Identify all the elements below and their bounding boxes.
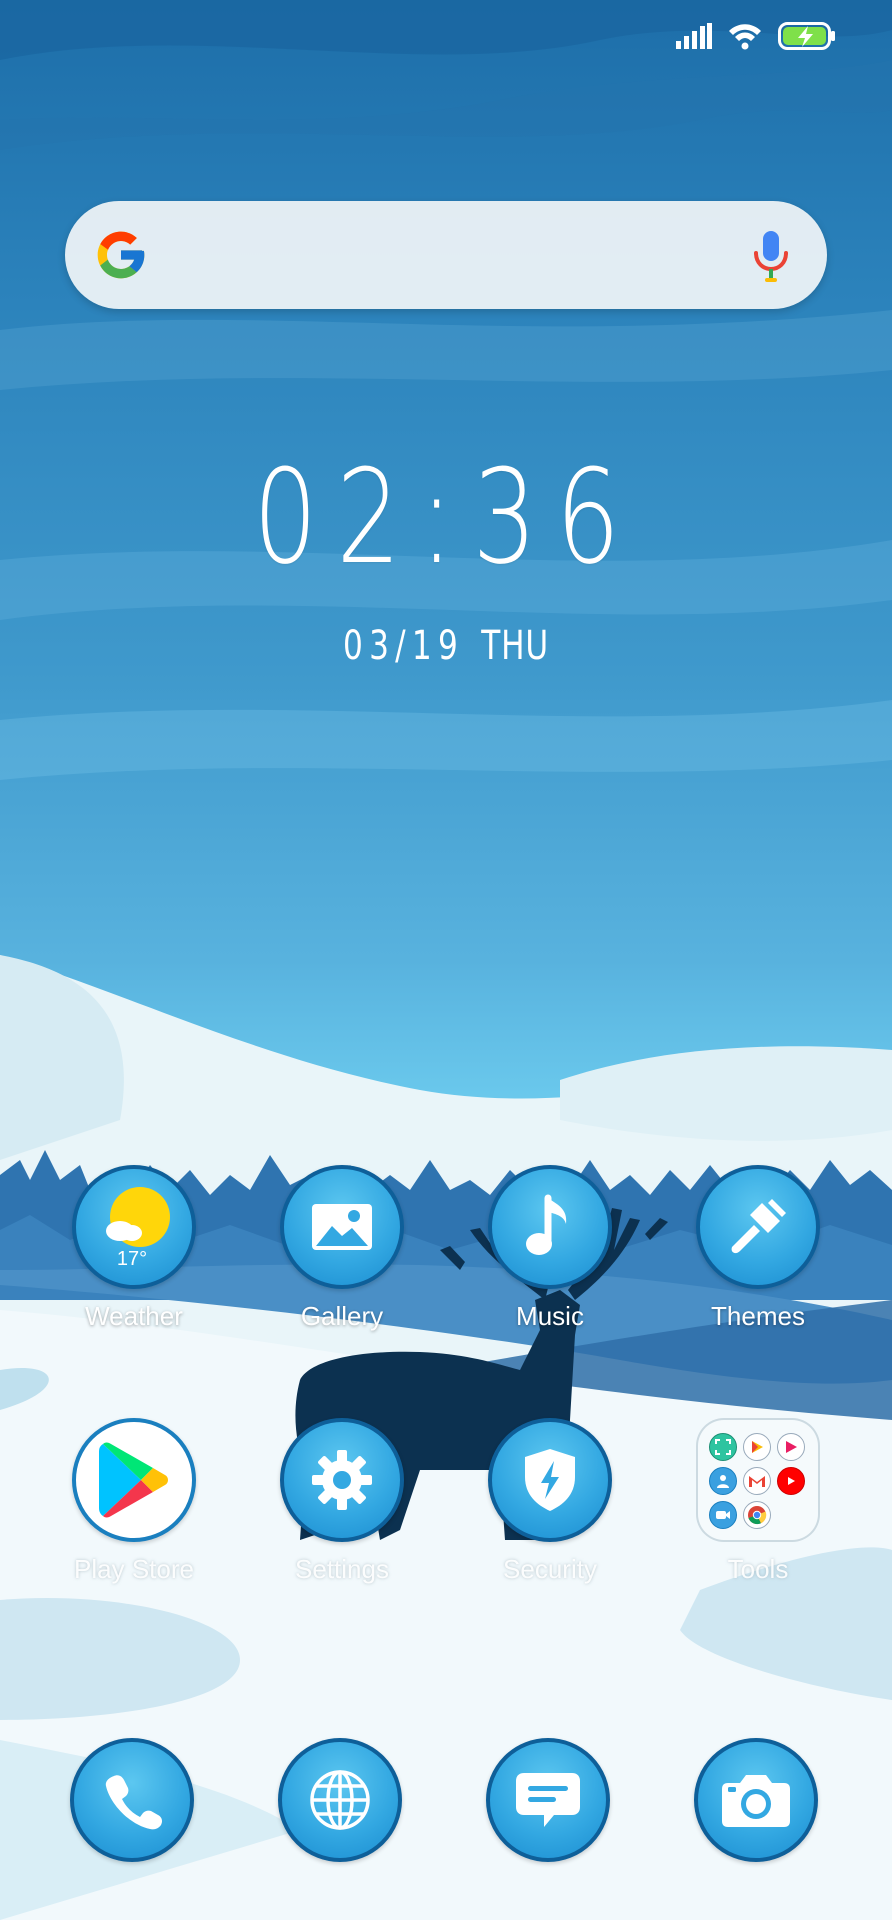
home-screen: 02:36 03/19 THU 17° Weather Gallery Musi…: [0, 0, 892, 1920]
app-music[interactable]: Music: [460, 1165, 640, 1365]
folder-tools[interactable]: Tools: [668, 1418, 848, 1618]
weather-temperature: 17°: [117, 1248, 147, 1270]
dock-browser-button[interactable]: [278, 1738, 402, 1862]
dock-phone-button[interactable]: [70, 1738, 194, 1862]
clock-date[interactable]: 03/19 THU: [98, 626, 794, 666]
scanner-mini-icon: [709, 1433, 737, 1461]
app-themes[interactable]: Themes: [668, 1165, 848, 1365]
app-label: Themes: [711, 1301, 805, 1331]
app-security[interactable]: Security: [460, 1418, 640, 1618]
app-label: Security: [503, 1554, 597, 1584]
play-movies-mini-icon: [743, 1433, 771, 1461]
youtube-mini-icon: [777, 1467, 805, 1495]
app-label: Music: [516, 1301, 584, 1331]
globe-icon: [310, 1770, 370, 1830]
app-weather[interactable]: 17° Weather: [44, 1165, 224, 1365]
gmail-mini-icon: [743, 1467, 771, 1495]
app-label: Settings: [295, 1554, 389, 1584]
google-search-bar[interactable]: [65, 201, 827, 309]
weather-icon: 17°: [72, 1165, 196, 1289]
app-play-store[interactable]: Play Store: [44, 1418, 224, 1618]
app-settings[interactable]: Settings: [252, 1418, 432, 1618]
phone-icon: [105, 1775, 162, 1830]
chrome-mini-icon: [743, 1501, 771, 1529]
app-label: Play Store: [74, 1554, 194, 1584]
camera-icon: [722, 1775, 790, 1827]
clock-time[interactable]: 02:36: [98, 452, 794, 582]
message-icon: [516, 1773, 580, 1827]
paint-brush-icon: [696, 1165, 820, 1289]
app-label: Gallery: [300, 1301, 384, 1331]
folder-label: Tools: [727, 1554, 789, 1584]
shield-bolt-icon: [488, 1418, 612, 1542]
gear-icon: [280, 1418, 404, 1542]
status-bar: [676, 22, 836, 50]
contacts-mini-icon: [709, 1467, 737, 1495]
battery-charging-icon: [778, 22, 835, 50]
app-gallery[interactable]: Gallery: [252, 1165, 432, 1365]
play-store-icon: [72, 1418, 196, 1542]
duo-mini-icon: [709, 1501, 737, 1529]
gallery-icon: [280, 1165, 404, 1289]
wifi-icon: [729, 24, 761, 50]
cell-signal-icon: [676, 23, 712, 49]
microphone-icon[interactable]: [751, 229, 791, 283]
dock-messages-button[interactable]: [486, 1738, 610, 1862]
play-music-mini-icon: [777, 1433, 805, 1461]
google-g-icon: [97, 231, 145, 279]
folder-icon: [696, 1418, 820, 1542]
weekday-text: THU: [481, 623, 549, 669]
app-label: Weather: [85, 1301, 183, 1331]
date-text: 03/19: [343, 623, 465, 669]
dock-camera-button[interactable]: [694, 1738, 818, 1862]
music-note-icon: [488, 1165, 612, 1289]
